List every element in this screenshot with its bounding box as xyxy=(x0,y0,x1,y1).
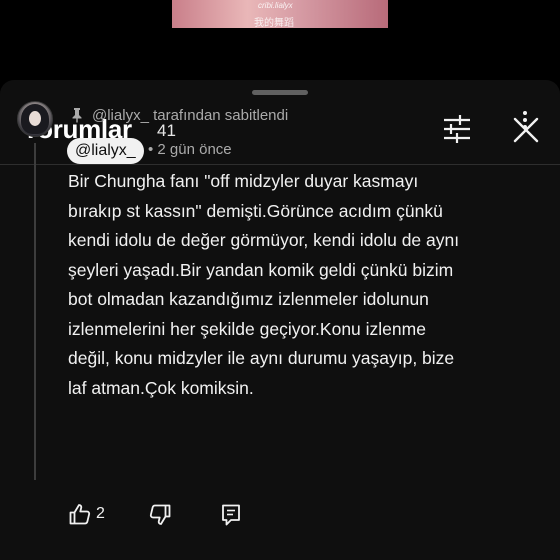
header-divider xyxy=(0,164,560,165)
thumbs-down-icon xyxy=(149,504,171,525)
comment-line: bot olmadan kazandığımız izlenmeler idol… xyxy=(68,289,429,309)
reply-button[interactable] xyxy=(220,503,242,527)
like-count: 2 xyxy=(96,505,105,522)
comment-line: kendi idolu de değer görmüyor, kendi ido… xyxy=(68,230,460,250)
author-handle: @lialyx_ xyxy=(75,142,136,159)
video-caption-top: cribi.lialyx xyxy=(258,1,293,10)
comment-text: Bir Chungha fanı "off midzyler duyar kas… xyxy=(68,167,538,403)
thumbs-up-icon xyxy=(69,504,91,525)
comment-line: şeyleri yaşadı.Bir yandan komik geldi çü… xyxy=(68,259,454,280)
pin-icon xyxy=(72,108,82,123)
like-button[interactable] xyxy=(68,502,92,526)
more-options-button[interactable] xyxy=(516,108,534,132)
drag-handle[interactable] xyxy=(252,90,308,95)
dislike-button[interactable] xyxy=(148,503,172,527)
sliders-icon xyxy=(444,115,470,143)
pinned-label: @lialyx_ tarafından sabitlendi xyxy=(92,106,289,124)
comment-line: laf atman.Çok komiksin. xyxy=(68,377,254,398)
author-chip[interactable]: @lialyx_ xyxy=(67,138,144,164)
comment-line: izlenmelerini her şekilde geçiyor.Konu i… xyxy=(68,318,426,339)
comment-time: • 2 gün önce xyxy=(148,141,232,158)
comment-line: Bir Chungha fanı "off midzyler duyar kas… xyxy=(68,171,419,191)
video-thumbnail[interactable]: cribi.lialyx 我的舞蹈 xyxy=(172,0,388,28)
avatar[interactable] xyxy=(17,101,53,137)
sort-filter-button[interactable] xyxy=(440,114,474,144)
comment-line: değil, konu midzyler ile aynı durumu yaş… xyxy=(68,348,455,368)
comment-line: bırakıp st kassın" demişti.Görünce acıdı… xyxy=(68,200,443,221)
reply-icon xyxy=(222,504,240,526)
more-vertical-icon xyxy=(523,111,527,129)
avatar-face xyxy=(29,111,41,126)
video-caption-bottom: 我的舞蹈 xyxy=(254,18,294,28)
thread-line xyxy=(34,143,36,480)
pinned-indicator: @lialyx_ tarafından sabitlendi xyxy=(70,104,288,126)
